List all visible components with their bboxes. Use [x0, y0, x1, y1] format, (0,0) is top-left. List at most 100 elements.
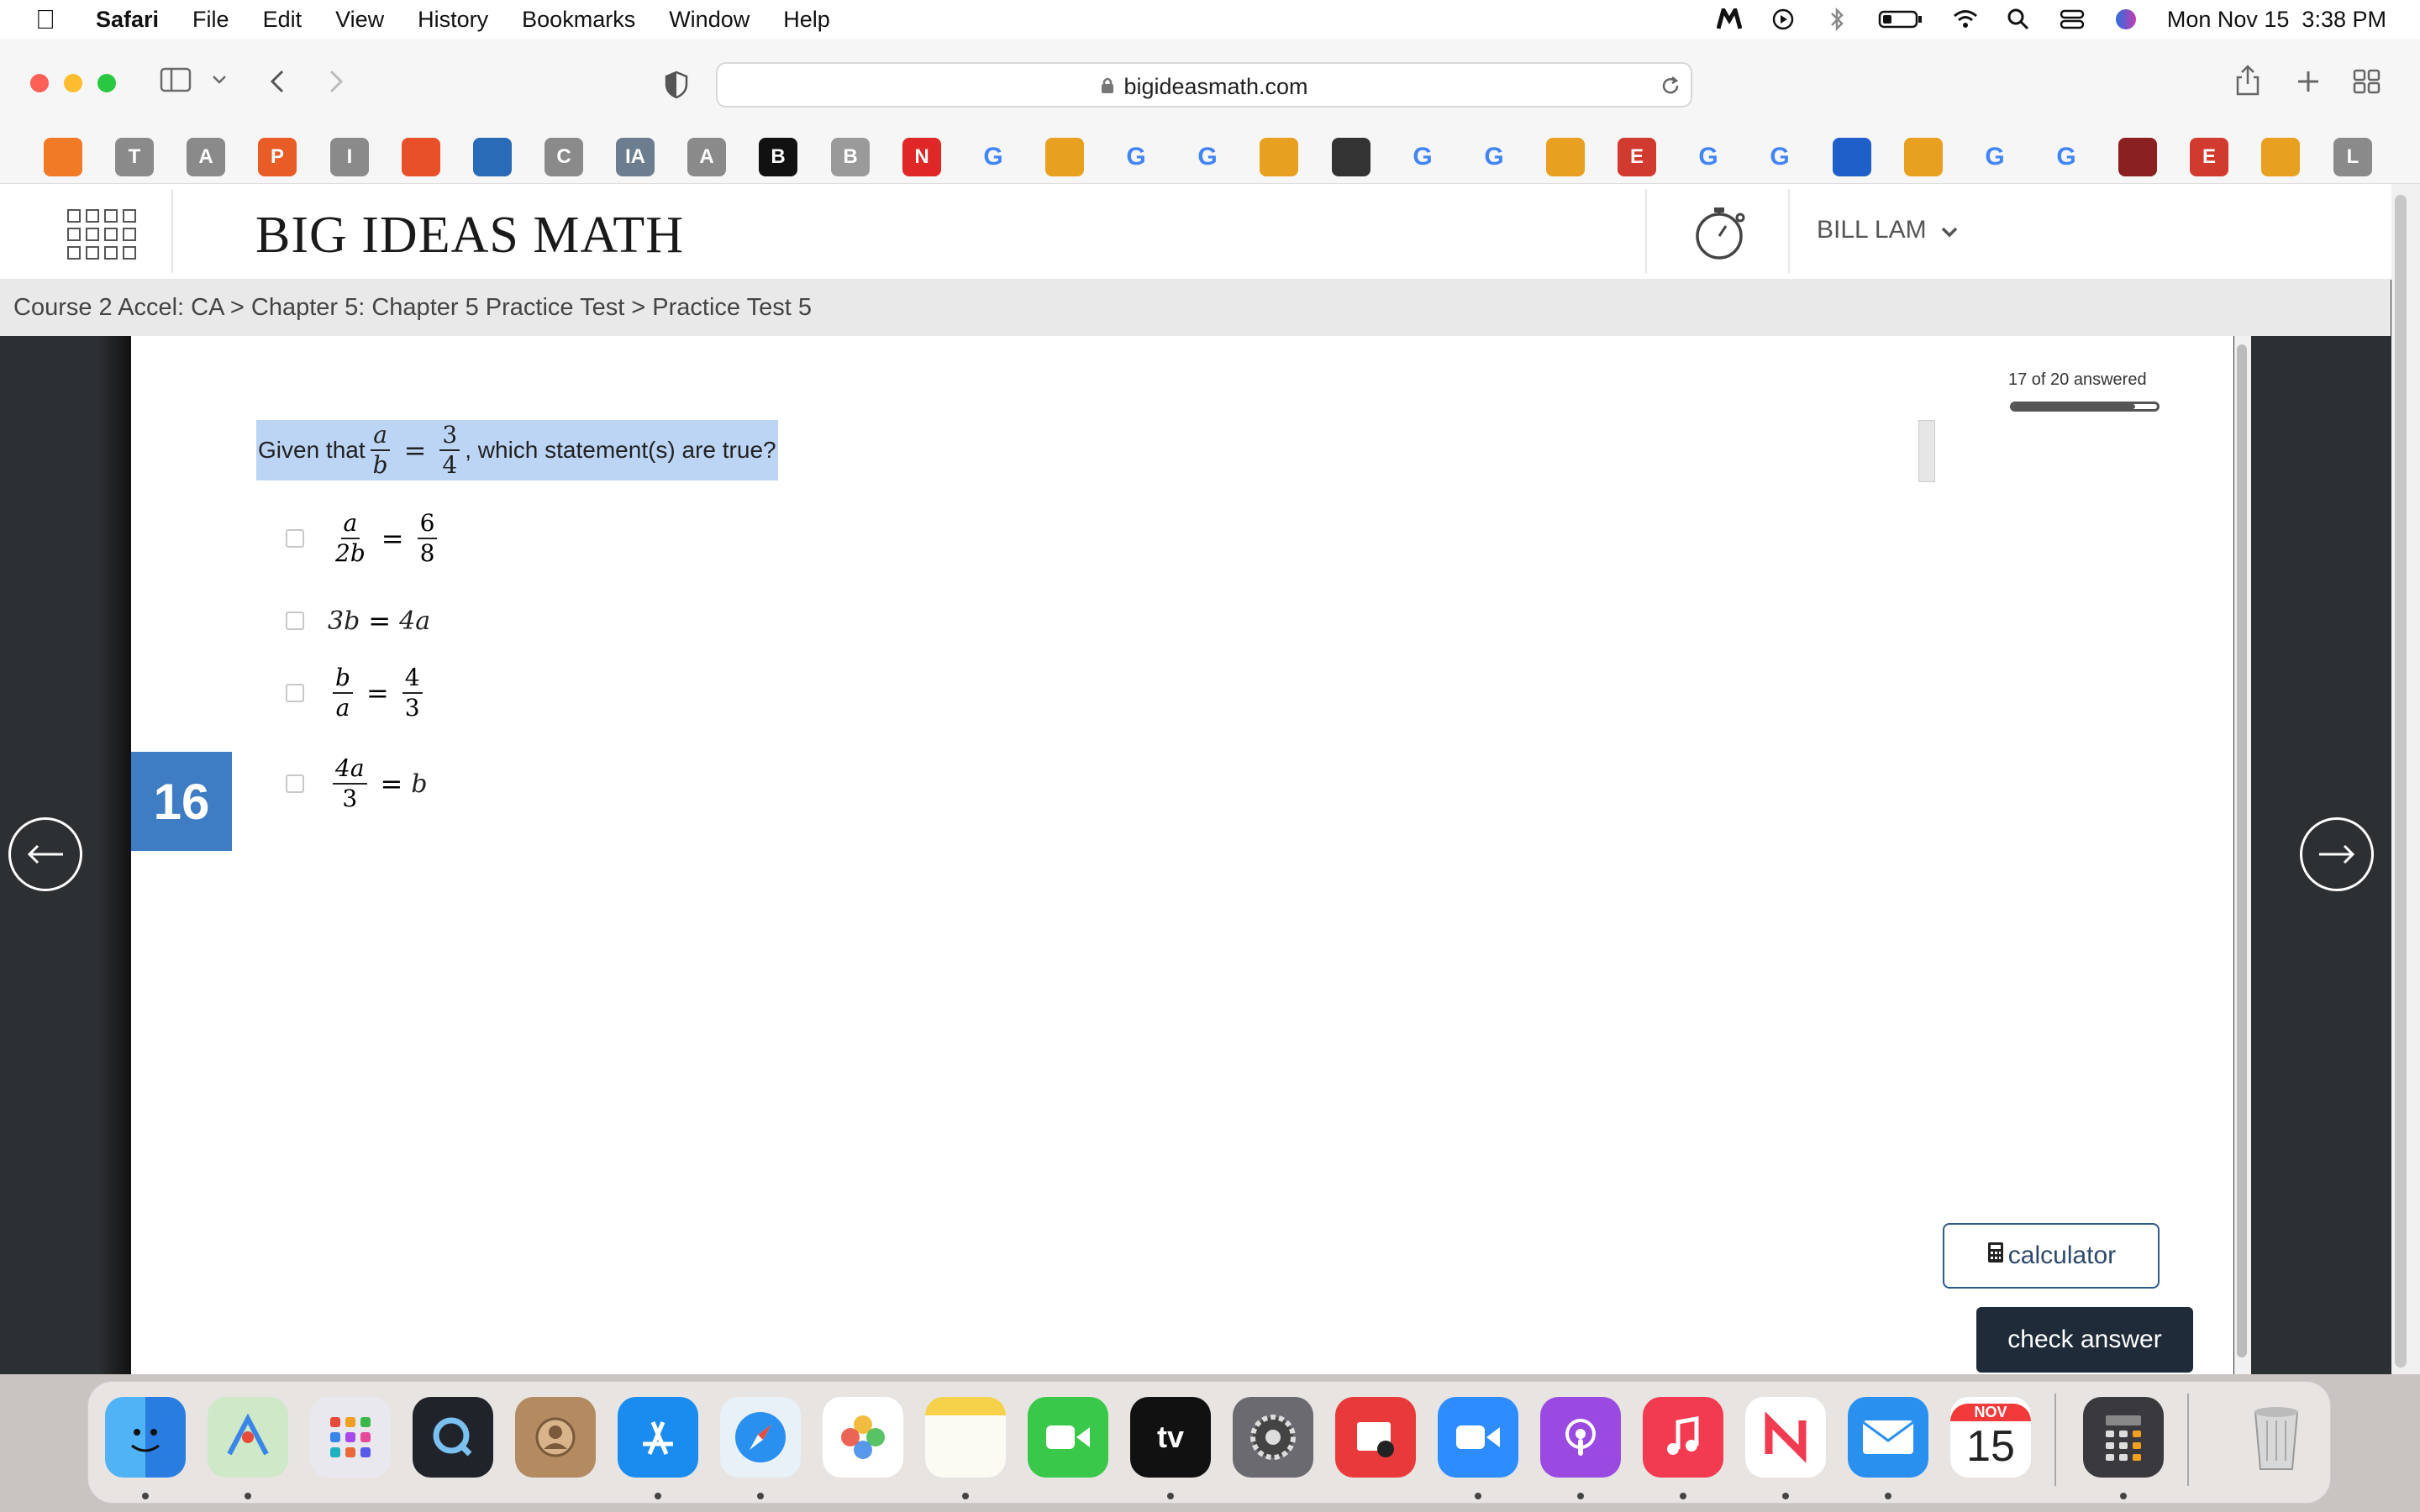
- play-icon[interactable]: [1770, 7, 1796, 32]
- favorite-bookmark[interactable]: E: [2190, 138, 2228, 176]
- favorite-bookmark[interactable]: A: [687, 138, 726, 176]
- calendar-icon[interactable]: NOV 15: [1950, 1397, 2031, 1478]
- favorite-bookmark[interactable]: [44, 138, 82, 176]
- favorite-bookmark[interactable]: N: [902, 138, 941, 176]
- menu-view[interactable]: View: [335, 7, 384, 33]
- notes-icon[interactable]: [925, 1397, 1006, 1478]
- launchpad-icon[interactable]: [310, 1397, 391, 1478]
- favorite-bookmark[interactable]: T: [115, 138, 154, 176]
- calculator-button[interactable]: calculator: [1943, 1223, 2160, 1289]
- zoom-icon[interactable]: [1438, 1397, 1518, 1478]
- answer-option-4[interactable]: 4a 3 = b: [286, 754, 428, 813]
- favorite-bookmark[interactable]: B: [759, 138, 797, 176]
- menu-help[interactable]: Help: [783, 7, 830, 33]
- favorite-bookmark[interactable]: C: [544, 138, 583, 176]
- favorite-bookmark[interactable]: [2261, 138, 2300, 176]
- favorite-bookmark[interactable]: [1546, 138, 1585, 176]
- photo-booth-icon[interactable]: [1335, 1397, 1416, 1478]
- menu-bookmarks[interactable]: Bookmarks: [522, 7, 635, 33]
- battery-icon[interactable]: [1878, 7, 1923, 32]
- favorite-bookmark[interactable]: G: [1689, 138, 1728, 176]
- chevron-down-icon[interactable]: [212, 74, 227, 90]
- favorite-bookmark[interactable]: E: [1618, 138, 1656, 176]
- answer-option-1[interactable]: a 2b = 68: [286, 509, 442, 568]
- check-answer-button[interactable]: check answer: [1976, 1307, 2193, 1373]
- favorite-bookmark[interactable]: [1332, 138, 1370, 176]
- option-checkbox[interactable]: [286, 612, 304, 630]
- stopwatch-icon[interactable]: [1694, 202, 1749, 265]
- mail-icon[interactable]: [1848, 1397, 1928, 1478]
- system-preferences-icon[interactable]: [1233, 1397, 1313, 1478]
- option-checkbox[interactable]: [286, 529, 304, 548]
- big-ideas-math-logo[interactable]: BIG IDEAS MATH: [255, 206, 684, 265]
- bluetooth-icon[interactable]: [1824, 7, 1849, 32]
- breadcrumb[interactable]: Course 2 Accel: CA > Chapter 5: Chapter …: [13, 294, 812, 322]
- favorite-bookmark[interactable]: [473, 138, 512, 176]
- favorite-bookmark[interactable]: A: [187, 138, 225, 176]
- tab-overview-icon[interactable]: [2353, 69, 2381, 98]
- calculator-app-icon[interactable]: [2083, 1397, 2164, 1478]
- favorite-bookmark[interactable]: B: [831, 138, 870, 176]
- podcasts-icon[interactable]: [1540, 1397, 1621, 1478]
- favorite-bookmark[interactable]: G: [1188, 138, 1227, 176]
- answer-option-2[interactable]: 3b = 4a: [286, 605, 430, 637]
- privacy-shield-icon[interactable]: [664, 71, 689, 103]
- next-question-button[interactable]: [2300, 817, 2374, 891]
- page-scrollbar[interactable]: [2395, 195, 2407, 1368]
- favorite-bookmark[interactable]: G: [2047, 138, 2086, 176]
- favorite-bookmark[interactable]: [1045, 138, 1084, 176]
- menu-file[interactable]: File: [192, 7, 229, 33]
- wifi-icon[interactable]: [1952, 7, 1977, 32]
- siri-icon[interactable]: [2113, 7, 2139, 32]
- close-window-button[interactable]: [30, 74, 49, 92]
- favorite-bookmark[interactable]: [402, 138, 440, 176]
- menu-edit[interactable]: Edit: [263, 7, 302, 33]
- answer-option-3[interactable]: ba = 43: [286, 664, 428, 722]
- apple-menu-icon[interactable]: : [35, 4, 59, 35]
- apple-tv-icon[interactable]: tv: [1130, 1397, 1211, 1478]
- share-icon[interactable]: [2233, 64, 2262, 102]
- app-store-icon[interactable]: [618, 1397, 698, 1478]
- favorite-bookmark[interactable]: IA: [616, 138, 655, 176]
- new-tab-icon[interactable]: [2296, 69, 2321, 98]
- favorite-bookmark[interactable]: G: [1117, 138, 1155, 176]
- favorite-bookmark[interactable]: G: [1403, 138, 1442, 176]
- favorite-bookmark[interactable]: P: [258, 138, 297, 176]
- minimize-window-button[interactable]: [64, 74, 82, 92]
- trash-icon[interactable]: [2236, 1397, 2317, 1478]
- menubar-clock[interactable]: Mon Nov 15 3:38 PM: [2167, 7, 2386, 33]
- spotlight-icon[interactable]: [2006, 7, 2031, 32]
- malwarebytes-icon[interactable]: [1716, 7, 1742, 32]
- forward-arrow-icon[interactable]: [326, 69, 346, 98]
- favorite-bookmark[interactable]: [1904, 138, 1943, 176]
- card-scrollbar[interactable]: [2237, 344, 2247, 1357]
- mini-scrollbar[interactable]: [1918, 420, 1935, 482]
- option-checkbox[interactable]: [286, 774, 304, 793]
- menu-window[interactable]: Window: [669, 7, 750, 33]
- favorite-bookmark[interactable]: G: [1975, 138, 2014, 176]
- user-menu[interactable]: BILL LAM: [1817, 216, 1959, 244]
- facetime-icon[interactable]: [1028, 1397, 1108, 1478]
- quicktime-icon[interactable]: [413, 1397, 493, 1478]
- zoom-window-button[interactable]: [97, 74, 116, 92]
- finder-icon[interactable]: [105, 1397, 186, 1478]
- option-checkbox[interactable]: [286, 684, 304, 702]
- menu-history[interactable]: History: [418, 7, 488, 33]
- reload-icon[interactable]: [1659, 74, 1682, 102]
- app-grid-icon[interactable]: [67, 209, 139, 260]
- menu-app-name[interactable]: Safari: [96, 7, 159, 33]
- music-icon[interactable]: [1643, 1397, 1723, 1478]
- address-bar[interactable]: bigideasmath.com: [716, 62, 1692, 108]
- previous-question-button[interactable]: [8, 817, 82, 891]
- sidebar-toggle-icon[interactable]: [160, 66, 193, 98]
- control-center-icon[interactable]: [2060, 7, 2085, 32]
- favorite-bookmark[interactable]: G: [974, 138, 1013, 176]
- contacts-icon[interactable]: [515, 1397, 596, 1478]
- safari-icon[interactable]: [720, 1397, 801, 1478]
- favorite-bookmark[interactable]: [2118, 138, 2157, 176]
- favorite-bookmark[interactable]: [1833, 138, 1871, 176]
- favorite-bookmark[interactable]: G: [1760, 138, 1799, 176]
- favorite-bookmark[interactable]: L: [2333, 138, 2372, 176]
- photos-icon[interactable]: [823, 1397, 903, 1478]
- maps-icon[interactable]: [208, 1397, 288, 1478]
